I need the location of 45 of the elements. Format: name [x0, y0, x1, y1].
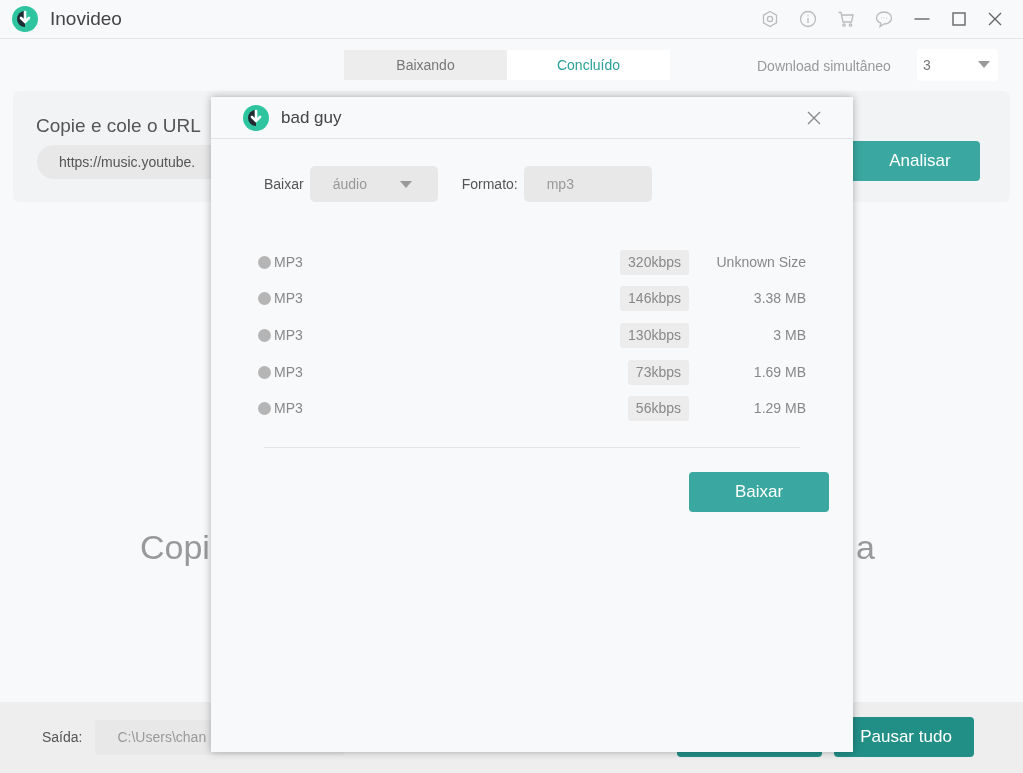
file-size: Unknown Size	[715, 252, 806, 272]
radio-button[interactable]	[258, 329, 271, 342]
file-size: 3.38 MB	[752, 289, 806, 309]
bitrate-tag: 73kbps	[627, 359, 689, 385]
radio-button[interactable]	[258, 292, 271, 306]
close-icon[interactable]	[807, 110, 821, 125]
caret-icon	[978, 61, 990, 69]
format-name: MP3	[274, 289, 303, 309]
simultaneous-label: Download simultâneo	[757, 57, 891, 76]
bitrate-tag: 130kbps	[620, 323, 689, 348]
file-size: 1.69 MB	[752, 362, 806, 382]
tab[interactable]: Baixando	[344, 50, 507, 80]
app-logo-icon	[12, 6, 38, 32]
close-icon[interactable]	[987, 11, 1003, 27]
dialog-title: bad guy	[281, 106, 342, 129]
download-button[interactable]: Baixar	[689, 471, 829, 512]
tab[interactable]: Concluído	[507, 50, 670, 80]
hint-text: Copi	[140, 526, 210, 568]
file-size: 3 MB	[772, 326, 806, 345]
dialog-logo-icon	[243, 104, 269, 131]
info-icon[interactable]	[799, 10, 817, 28]
download-label: Baixar	[264, 174, 304, 194]
hint-text: a	[856, 526, 875, 568]
bitrate-tag: 146kbps	[620, 286, 689, 312]
radio-button[interactable]	[258, 365, 271, 379]
download-type-dropdown[interactable]: áudio	[309, 166, 438, 202]
format-field[interactable]: mp3	[523, 166, 652, 202]
simultaneous-dropdown[interactable]: 3	[917, 49, 998, 81]
bitrate-tag: 56kbps	[627, 396, 689, 422]
radio-button[interactable]	[258, 402, 271, 416]
format-name: MP3	[274, 362, 303, 382]
format-name: MP3	[274, 399, 303, 419]
chat-icon[interactable]	[875, 10, 893, 28]
radio-button[interactable]	[258, 255, 271, 269]
format-label: Formato:	[461, 174, 518, 194]
output-label: Saída:	[42, 728, 83, 747]
format-name: MP3	[274, 252, 303, 272]
format-name: MP3	[274, 326, 303, 345]
file-size: 1.29 MB	[752, 399, 806, 419]
url-panel-title: Copie e cole o URL	[36, 114, 201, 138]
settings-icon[interactable]	[761, 10, 779, 28]
bitrate-tag: 320kbps	[620, 249, 689, 275]
app-title: Inovideo	[50, 6, 122, 31]
maximize-icon[interactable]	[951, 11, 967, 27]
cart-icon[interactable]	[837, 10, 855, 28]
